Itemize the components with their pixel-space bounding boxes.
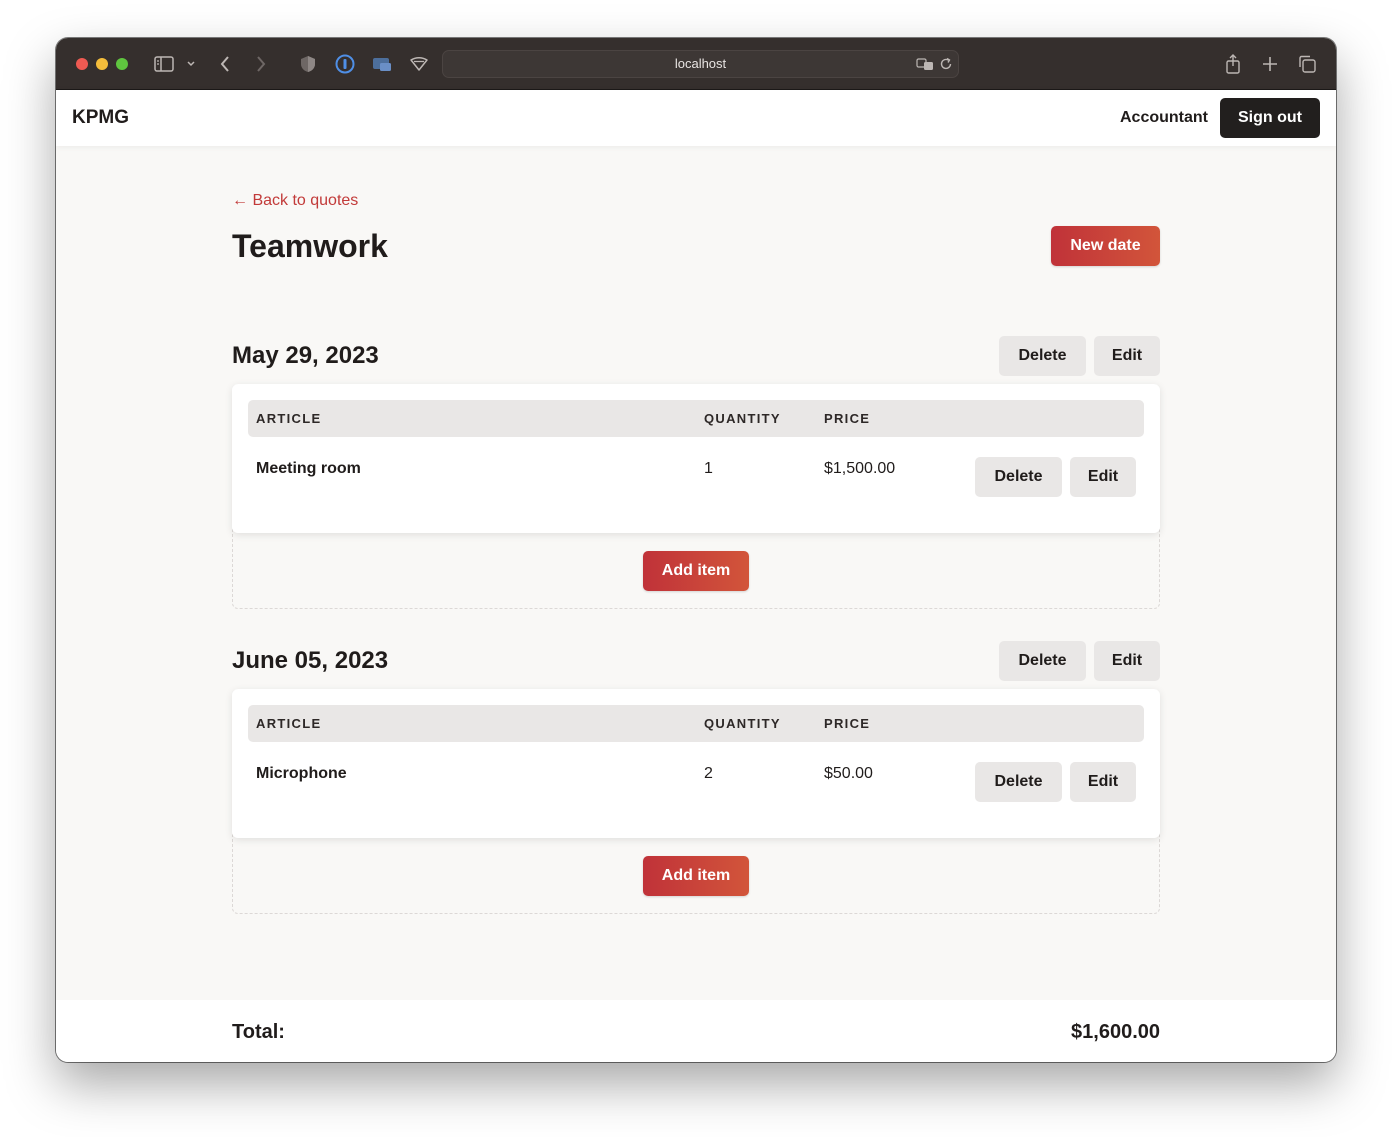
line-items-card: ARTICLE QUANTITY PRICE Meeting room 1 $1…	[232, 384, 1160, 533]
delete-date-button[interactable]: Delete	[999, 641, 1086, 681]
app-header: KPMG Accountant Sign out	[56, 90, 1336, 146]
item-price: $1,500.00	[824, 460, 896, 477]
close-window-button[interactable]	[76, 58, 88, 70]
minimize-window-button[interactable]	[96, 58, 108, 70]
column-header-price: PRICE	[824, 411, 871, 426]
line-items-card: ARTICLE QUANTITY PRICE Microphone 2 $50.…	[232, 689, 1160, 838]
table-header: ARTICLE QUANTITY PRICE	[248, 400, 1144, 437]
date-section: May 29, 2023 Delete Edit ARTICLE QUANTIT…	[232, 336, 1160, 611]
forward-arrow-icon[interactable]	[252, 52, 270, 76]
edit-date-button[interactable]: Edit	[1094, 641, 1160, 681]
edit-date-button[interactable]: Edit	[1094, 336, 1160, 376]
delete-item-button[interactable]: Delete	[975, 762, 1062, 802]
item-quantity: 1	[704, 460, 713, 477]
total-label: Total:	[232, 1021, 285, 1043]
address-bar[interactable]: localhost	[442, 50, 959, 78]
column-header-price: PRICE	[824, 716, 871, 731]
browser-toolbar: localhost	[56, 38, 1336, 90]
shield-icon[interactable]	[298, 52, 318, 76]
chevron-down-icon[interactable]	[184, 52, 198, 76]
sign-out-button[interactable]: Sign out	[1220, 98, 1320, 138]
total-value: $1,600.00	[1071, 1021, 1160, 1043]
edit-item-button[interactable]: Edit	[1070, 762, 1136, 802]
date-section: June 05, 2023 Delete Edit ARTICLE QUANTI…	[232, 641, 1160, 916]
column-header-article: ARTICLE	[256, 716, 322, 731]
column-header-quantity: QUANTITY	[704, 411, 781, 426]
url-text: localhost	[674, 56, 727, 71]
column-header-quantity: QUANTITY	[704, 716, 781, 731]
sidebar-toggle-icon[interactable]	[152, 52, 176, 76]
share-icon[interactable]	[1222, 52, 1244, 76]
delete-date-button[interactable]: Delete	[999, 336, 1086, 376]
user-role-label: Accountant	[1120, 109, 1208, 126]
date-heading: June 05, 2023	[232, 647, 389, 674]
delete-item-button[interactable]: Delete	[975, 457, 1062, 497]
item-quantity: 2	[704, 765, 713, 782]
page-title: Teamwork	[232, 228, 388, 264]
table-header: ARTICLE QUANTITY PRICE	[248, 705, 1144, 742]
extension-icon[interactable]	[371, 52, 393, 76]
reader-icon[interactable]	[408, 52, 430, 76]
back-arrow-icon[interactable]	[216, 52, 234, 76]
translate-icon[interactable]	[915, 54, 935, 74]
edit-item-button[interactable]: Edit	[1070, 457, 1136, 497]
item-article: Meeting room	[256, 460, 361, 477]
back-to-quotes-link[interactable]: ← Back to quotes	[232, 190, 358, 212]
column-header-article: ARTICLE	[256, 411, 322, 426]
browser-window: localhost KPMG Accountant Sign out ← Bac…	[56, 38, 1336, 1062]
add-item-button[interactable]: Add item	[643, 551, 749, 591]
tab-overview-icon[interactable]	[1296, 52, 1318, 76]
date-heading: May 29, 2023	[232, 342, 379, 369]
total-footer: Total: $1,600.00	[56, 1000, 1336, 1062]
password-manager-icon[interactable]	[334, 52, 356, 76]
brand-logo[interactable]: KPMG	[72, 90, 129, 146]
add-item-button[interactable]: Add item	[643, 856, 749, 896]
new-tab-icon[interactable]	[1259, 52, 1281, 76]
reload-icon[interactable]	[937, 54, 955, 74]
item-article: Microphone	[256, 765, 347, 782]
item-price: $50.00	[824, 765, 873, 782]
new-date-button[interactable]: New date	[1051, 226, 1160, 266]
maximize-window-button[interactable]	[116, 58, 128, 70]
